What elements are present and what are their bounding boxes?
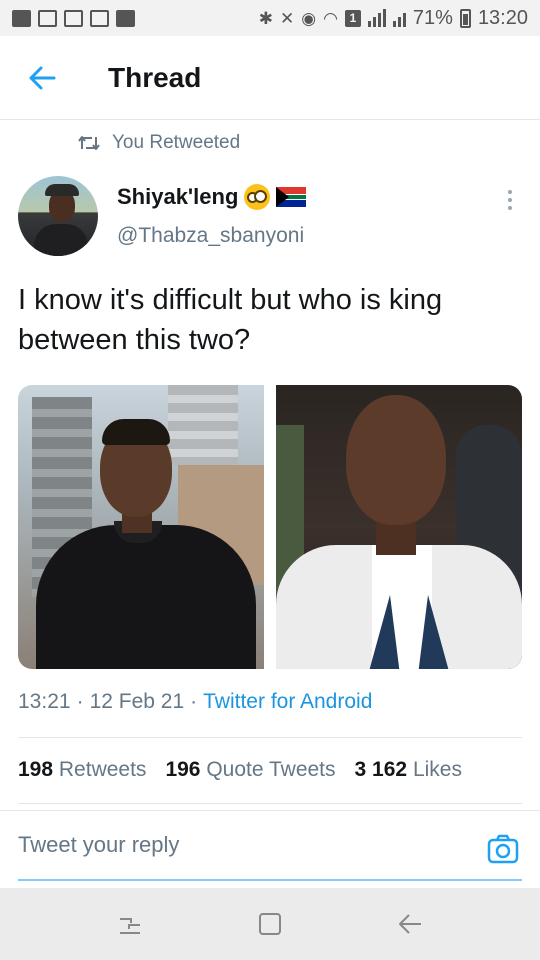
reply-input[interactable]: Tweet your reply xyxy=(18,832,458,858)
recent-apps-icon xyxy=(120,918,140,934)
battery-percent: 71% xyxy=(412,6,453,29)
avatar-cap xyxy=(45,184,79,196)
author-name-row[interactable]: Shiyak'leng xyxy=(117,184,307,210)
quote-tweets-label: Quote Tweets xyxy=(206,758,336,781)
reply-separator xyxy=(0,810,540,811)
mute-icon: ✕ xyxy=(279,8,295,28)
system-back-button[interactable] xyxy=(390,904,430,944)
divider xyxy=(18,737,522,738)
tweet-meta: 13:21 · 12 Feb 21 · Twitter for Android xyxy=(18,690,372,714)
tweet-source-link[interactable]: Twitter for Android xyxy=(203,690,372,714)
camera-icon xyxy=(487,834,519,864)
android-navbar xyxy=(0,888,540,960)
meta-separator: · xyxy=(76,690,84,713)
retweet-icon xyxy=(78,136,100,150)
retweet-indicator: You Retweeted xyxy=(78,132,240,154)
status-system: ✱ ✕ ◉ ◠ 1 71% 13:20 xyxy=(259,7,528,30)
notification-image-icon xyxy=(12,9,31,27)
retweet-label: You Retweeted xyxy=(112,132,241,153)
reply-underline xyxy=(18,879,522,881)
retweets-count: 198 xyxy=(18,758,54,781)
clock: 13:20 xyxy=(477,6,528,29)
home-button[interactable] xyxy=(250,904,290,944)
likes-stat[interactable]: 3 162 Likes xyxy=(355,758,462,782)
quote-tweets-stat[interactable]: 196 Quote Tweets xyxy=(165,758,335,782)
thread-header: Thread xyxy=(0,36,540,120)
tweet-date: 12 Feb 21 xyxy=(89,690,185,713)
page-title: Thread xyxy=(108,61,202,93)
retweets-stat[interactable]: 198 Retweets xyxy=(18,758,146,782)
likes-count: 3 162 xyxy=(354,758,408,781)
wifi-icon: ◠ xyxy=(323,8,338,28)
notification-gmail-icon xyxy=(90,9,109,27)
more-dot-icon xyxy=(508,206,512,210)
quote-tweets-count: 196 xyxy=(165,758,201,781)
arrow-left-icon xyxy=(29,66,56,89)
notification-check-icon xyxy=(38,9,57,27)
status-notifications xyxy=(12,9,135,27)
tweet-photo-right[interactable] xyxy=(276,385,522,669)
camera-button[interactable] xyxy=(486,832,520,866)
author-name: Shiyak'leng xyxy=(117,184,239,209)
tweet-time: 13:21 xyxy=(18,690,71,713)
tweet-text: I know it's difficult but who is king be… xyxy=(18,284,443,356)
south-africa-flag-icon xyxy=(276,187,307,207)
more-dot-icon xyxy=(508,198,512,202)
notification-gallery-icon xyxy=(116,9,135,27)
status-bar: ✱ ✕ ◉ ◠ 1 71% 13:20 xyxy=(0,0,540,36)
avatar[interactable] xyxy=(18,176,98,256)
alarm-icon: ◉ xyxy=(301,8,317,28)
avatar-body xyxy=(34,224,88,256)
tweet-photo-left[interactable] xyxy=(18,385,264,669)
back-button[interactable] xyxy=(0,36,84,120)
likes-label: Likes xyxy=(412,758,462,781)
tweet-stats: 198 Retweets 196 Quote Tweets 3 162 Like… xyxy=(18,758,462,782)
divider xyxy=(18,803,522,804)
more-dot-icon xyxy=(508,190,512,194)
author-handle[interactable]: @Thabza_sbanyoni xyxy=(117,224,304,248)
retweets-label: Retweets xyxy=(58,758,147,781)
signal-2-icon xyxy=(392,9,406,27)
tweet-media xyxy=(18,385,522,669)
back-icon xyxy=(399,914,421,934)
meta-separator: · xyxy=(190,690,198,713)
flushed-face-emoji-icon xyxy=(244,184,271,210)
bluetooth-icon: ✱ xyxy=(258,8,273,28)
recent-apps-button[interactable] xyxy=(110,904,150,944)
signal-icon xyxy=(367,9,386,27)
battery-icon xyxy=(459,8,471,28)
more-options-button[interactable] xyxy=(500,188,520,212)
sim-icon: 1 xyxy=(344,9,361,27)
notification-mail-icon xyxy=(64,9,83,27)
home-icon xyxy=(259,913,281,935)
